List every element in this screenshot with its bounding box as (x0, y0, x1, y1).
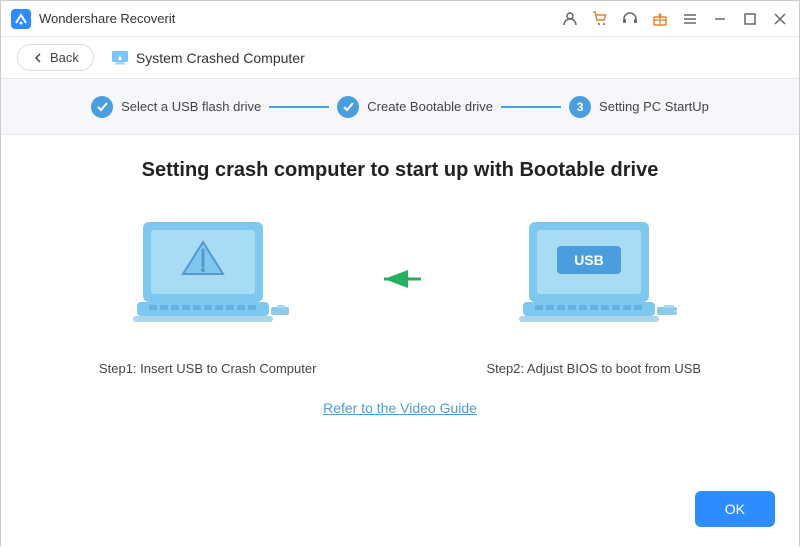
page-title-text: System Crashed Computer (136, 50, 305, 66)
back-button[interactable]: Back (17, 44, 94, 71)
cart-icon[interactable] (591, 10, 609, 28)
video-guide: Refer to the Video Guide (41, 400, 759, 418)
minimize-icon[interactable] (711, 10, 729, 28)
title-bar-left: Wondershare Recoverit (11, 9, 175, 29)
app-logo-icon (11, 9, 31, 29)
crashed-computer-icon (110, 48, 130, 68)
step-2-illustration: USB (486, 212, 701, 376)
title-bar: Wondershare Recoverit (1, 1, 799, 37)
step-3-number: 3 (577, 100, 584, 114)
back-label: Back (50, 50, 79, 65)
ok-button-container: OK (695, 491, 775, 527)
page-title: System Crashed Computer (110, 48, 305, 68)
step-3-label: Setting PC StartUp (599, 99, 709, 114)
step-2-circle (337, 96, 359, 118)
step-1-illustration: Step1: Insert USB to Crash Computer (99, 212, 316, 376)
step-3-circle: 3 (569, 96, 591, 118)
menu-icon[interactable] (681, 10, 699, 28)
illustration-area: Step1: Insert USB to Crash Computer (41, 212, 759, 376)
close-icon[interactable] (771, 10, 789, 28)
profile-icon[interactable] (561, 10, 579, 28)
steps-bar: Select a USB flash drive Create Bootable… (1, 79, 799, 135)
app-name: Wondershare Recoverit (39, 11, 175, 26)
boot-laptop: USB (509, 212, 679, 347)
title-bar-controls (561, 10, 789, 28)
step-3: 3 Setting PC StartUp (569, 96, 709, 118)
step-2-label: Create Bootable drive (367, 99, 493, 114)
step-connector-1 (269, 106, 329, 108)
step-1-desc: Step1: Insert USB to Crash Computer (99, 361, 316, 376)
main-content: Setting crash computer to start up with … (1, 135, 799, 547)
crash-laptop (123, 212, 293, 347)
nav-bar: Back System Crashed Computer (1, 37, 799, 79)
arrow-container (376, 264, 426, 294)
step-1-label: Select a USB flash drive (121, 99, 261, 114)
video-guide-link[interactable]: Refer to the Video Guide (323, 400, 477, 416)
restore-icon[interactable] (741, 10, 759, 28)
step-connector-2 (501, 106, 561, 108)
gift-icon[interactable] (651, 10, 669, 28)
step-1-circle (91, 96, 113, 118)
step-1: Select a USB flash drive (91, 96, 261, 118)
back-arrow-icon (32, 52, 44, 64)
step-2: Create Bootable drive (337, 96, 493, 118)
step-2-desc: Step2: Adjust BIOS to boot from USB (486, 361, 701, 376)
headset-icon[interactable] (621, 10, 639, 28)
main-title: Setting crash computer to start up with … (41, 159, 759, 182)
svg-text:USB: USB (574, 252, 604, 268)
ok-button[interactable]: OK (695, 491, 775, 527)
